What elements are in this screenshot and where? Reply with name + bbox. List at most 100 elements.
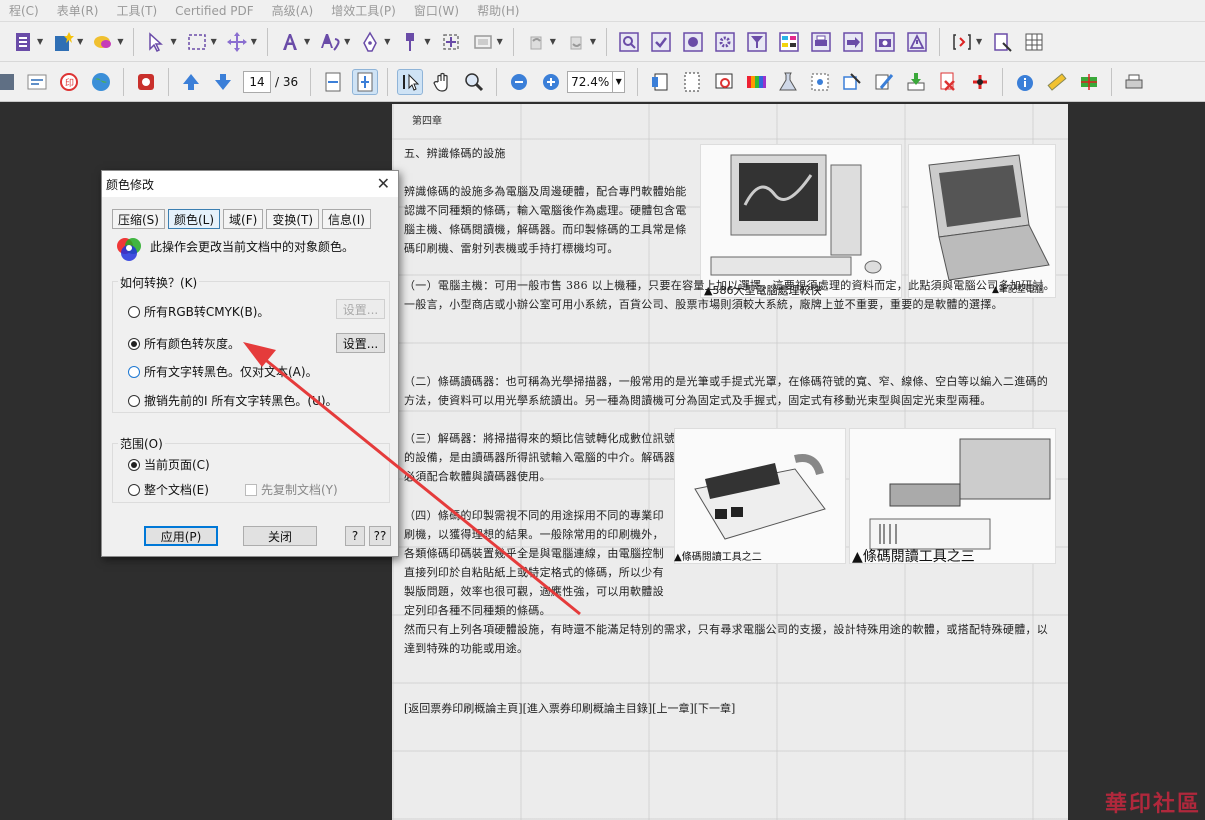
download-icon[interactable] <box>903 69 929 95</box>
tab-compress[interactable]: 压缩(S) <box>112 209 165 229</box>
crop-tool-icon[interactable] <box>438 29 464 55</box>
ruler-icon[interactable] <box>1044 69 1070 95</box>
chevron-down-icon[interactable]: ▼ <box>976 37 982 46</box>
chevron-down-icon[interactable]: ▼ <box>251 37 257 46</box>
option-text-to-black[interactable]: 所有文字转黑色。仅对文本(A)。 <box>128 363 318 380</box>
radio-button[interactable] <box>128 305 140 318</box>
edit-object-icon[interactable] <box>839 69 865 95</box>
previous-page-icon[interactable] <box>178 69 204 95</box>
object-inspector-icon[interactable] <box>1076 69 1102 95</box>
document-menu-icon[interactable] <box>10 29 36 55</box>
radio-button[interactable] <box>128 337 140 350</box>
form-icon[interactable] <box>24 69 50 95</box>
move-icon[interactable] <box>224 29 250 55</box>
transform-icon[interactable] <box>967 69 993 95</box>
export-icon[interactable] <box>840 29 866 55</box>
collaborate-icon[interactable] <box>90 29 116 55</box>
touchup-icon[interactable] <box>989 29 1015 55</box>
next-page-icon[interactable] <box>210 69 236 95</box>
zoom-tool-icon[interactable] <box>461 69 487 95</box>
help-button[interactable]: ? <box>345 526 365 546</box>
fit-width-icon[interactable] <box>320 69 346 95</box>
chevron-down-icon[interactable]: ▼ <box>384 37 390 46</box>
option-rgb-to-cmyk[interactable]: 所有RGB转CMYK(B)。 <box>128 303 269 320</box>
menu-advanced[interactable]: 高级(A) <box>263 0 323 22</box>
radio-button[interactable] <box>128 365 140 378</box>
extended-help-button[interactable]: ?? <box>369 526 391 546</box>
menu-certified-pdf[interactable]: Certified PDF <box>166 0 263 22</box>
chevron-down-icon[interactable]: ▼ <box>497 37 503 46</box>
radio-button[interactable] <box>128 394 140 407</box>
zoom-level-input[interactable]: 72.4% <box>567 70 614 93</box>
menu-help[interactable]: 帮助(H) <box>468 0 528 22</box>
gear-icon[interactable] <box>712 29 738 55</box>
printer-icon[interactable] <box>1121 69 1147 95</box>
split-tool-icon[interactable] <box>470 29 496 55</box>
zoom-out-icon[interactable] <box>506 69 532 95</box>
text-edit-icon[interactable] <box>317 29 343 55</box>
chevron-down-icon[interactable]: ▼ <box>170 37 176 46</box>
camera-icon[interactable] <box>872 29 898 55</box>
tab-transform[interactable]: 变换(T) <box>266 209 320 229</box>
pin-tool-icon[interactable] <box>397 29 423 55</box>
menu-window[interactable]: 窗口(W) <box>405 0 468 22</box>
tab-color[interactable]: 颜色(L) <box>167 209 221 229</box>
chevron-down-icon[interactable]: ▼ <box>424 37 430 46</box>
grid-icon[interactable] <box>1021 29 1047 55</box>
text-select-cursor-icon[interactable] <box>397 68 424 95</box>
radio-button[interactable] <box>128 458 140 471</box>
chevron-down-icon[interactable]: ▼ <box>613 70 626 93</box>
trap-icon[interactable] <box>807 69 833 95</box>
panel-icon[interactable] <box>0 69 18 95</box>
radio-button[interactable] <box>128 483 140 496</box>
color-separation-icon[interactable] <box>776 29 802 55</box>
checkbox[interactable] <box>245 483 257 496</box>
close-button[interactable]: 关闭 <box>243 526 317 546</box>
preflight-icon[interactable] <box>616 29 642 55</box>
text-tool-icon[interactable] <box>277 29 303 55</box>
info-icon[interactable] <box>1012 69 1038 95</box>
web-icon[interactable] <box>680 29 706 55</box>
warning-icon[interactable] <box>904 29 930 55</box>
chevron-down-icon[interactable]: ▼ <box>590 37 596 46</box>
tab-info[interactable]: 信息(I) <box>322 209 371 229</box>
chevron-down-icon[interactable]: ▼ <box>304 37 310 46</box>
chevron-down-icon[interactable]: ▼ <box>550 37 556 46</box>
pen-tool-icon[interactable] <box>357 29 383 55</box>
output-preview-icon[interactable] <box>711 69 737 95</box>
close-icon[interactable]: ✕ <box>377 174 390 193</box>
marquee-select-icon[interactable] <box>184 29 210 55</box>
bracket-tool-icon[interactable] <box>949 29 975 55</box>
menu-tools[interactable]: 工具(T) <box>107 0 166 22</box>
range-current-page[interactable]: 当前页面(C) <box>128 456 210 473</box>
chevron-down-icon[interactable]: ▼ <box>117 37 123 46</box>
fit-page-icon[interactable] <box>352 68 379 95</box>
pdf-convert-icon[interactable] <box>935 69 961 95</box>
undo-icon[interactable] <box>523 29 549 55</box>
new-document-icon[interactable] <box>50 29 76 55</box>
tab-fields[interactable]: 域(F) <box>223 209 264 229</box>
bookmark-icon[interactable] <box>133 69 159 95</box>
menu-forms[interactable]: 表单(R) <box>48 0 108 22</box>
apply-button[interactable]: 应用(P) <box>144 526 218 546</box>
color-spectrum-icon[interactable] <box>743 69 769 95</box>
chevron-down-icon[interactable]: ▼ <box>344 37 350 46</box>
range-whole-document[interactable]: 整个文档(E) <box>128 481 209 498</box>
chevron-down-icon[interactable]: ▼ <box>37 37 43 46</box>
globe-icon[interactable] <box>88 69 114 95</box>
filter-icon[interactable] <box>744 29 770 55</box>
option-to-grayscale[interactable]: 所有颜色转灰度。 <box>128 335 240 352</box>
copy-document-first[interactable]: 先复制文档(Y) <box>245 481 338 498</box>
flask-icon[interactable] <box>775 69 801 95</box>
settings-button[interactable]: 设置... <box>336 333 385 353</box>
page-number-input[interactable]: 14 <box>243 70 271 93</box>
redo-icon[interactable] <box>563 29 589 55</box>
navigation-links[interactable]: [返回票券印刷概論主頁][進入票券印刷概論主目錄][上一章][下一章] <box>404 700 735 716</box>
pencil-icon[interactable] <box>871 69 897 95</box>
print-icon[interactable] <box>808 29 834 55</box>
chevron-down-icon[interactable]: ▼ <box>211 37 217 46</box>
option-undo-text-black[interactable]: 撤销先前的I 所有文字转黑色。(U)。 <box>128 392 338 409</box>
select-arrow-icon[interactable] <box>143 29 169 55</box>
check-icon[interactable] <box>648 29 674 55</box>
stamp-icon[interactable]: 印 <box>56 69 82 95</box>
